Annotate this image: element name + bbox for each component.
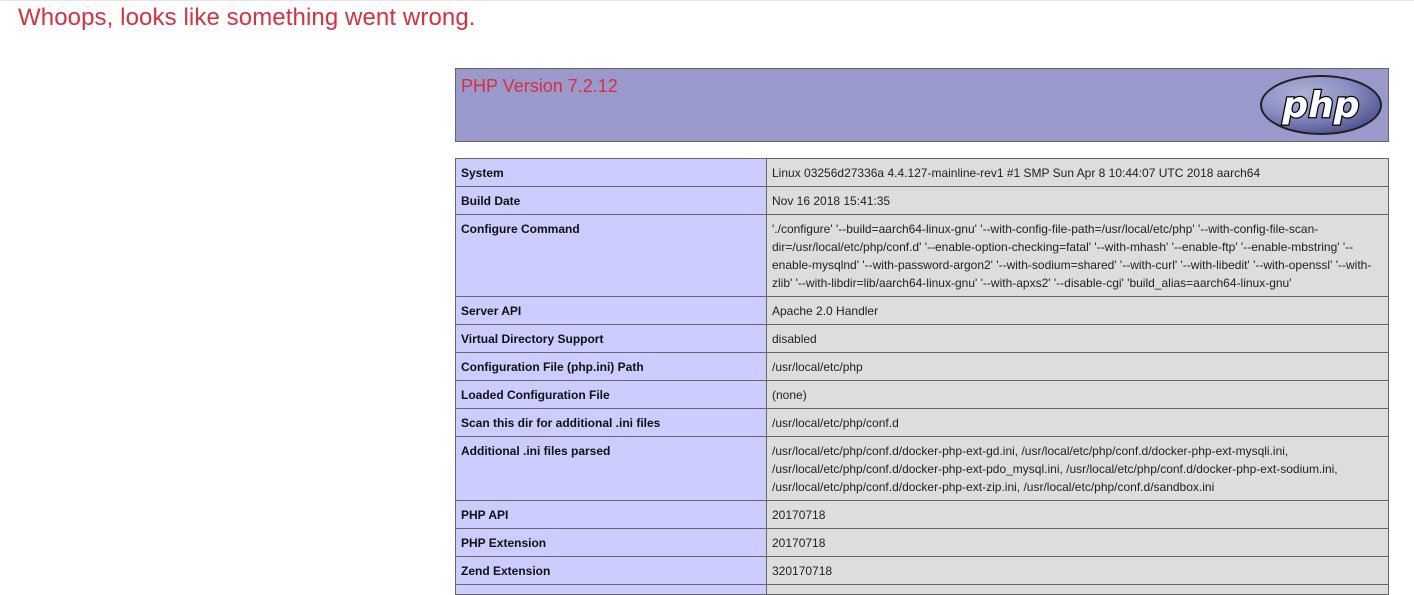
row-key: PHP API	[455, 500, 767, 529]
row-value: 20170718	[766, 528, 1389, 557]
row-key: Zend Extension	[455, 556, 767, 585]
row-value	[766, 584, 1389, 595]
row-key: Additional .ini files parsed	[455, 436, 767, 501]
table-row: Server API Apache 2.0 Handler	[455, 296, 1389, 325]
row-key: Configure Command	[455, 214, 767, 297]
table-row: Virtual Directory Support disabled	[455, 324, 1389, 353]
table-row: Zend Extension 320170718	[455, 556, 1389, 585]
row-key: PHP Extension	[455, 528, 767, 557]
top-divider	[0, 0, 1414, 1]
table-row: System Linux 03256d27336a 4.4.127-mainlin…	[455, 158, 1389, 187]
table-row: Loaded Configuration File (none)	[455, 380, 1389, 409]
php-version-title: PHP Version 7.2.12	[461, 76, 618, 96]
table-row: Additional .ini files parsed/usr/local/e…	[455, 436, 1389, 501]
php-logo-icon[interactable]: php	[1259, 74, 1383, 136]
error-title: Whoops, looks like something went wrong.	[18, 4, 476, 31]
row-key: Scan this dir for additional .ini files	[455, 408, 767, 437]
row-value: /usr/local/etc/php/conf.d	[766, 408, 1389, 437]
row-key: Configuration File (php.ini) Path	[455, 352, 767, 381]
row-value: /usr/local/etc/php/conf.d/docker-php-ext…	[766, 436, 1389, 501]
table-row: Build Date Nov 16 2018 15:41:35	[455, 186, 1389, 215]
row-value: 320170718	[766, 556, 1389, 585]
phpinfo-table: System Linux 03256d27336a 4.4.127-mainlin…	[455, 158, 1389, 595]
row-key: System	[455, 158, 767, 187]
row-key: Server API	[455, 296, 767, 325]
table-row: PHP Extension 20170718	[455, 528, 1389, 557]
phpinfo-header: PHP Version 7.2.12 php	[455, 68, 1389, 142]
row-value: (none)	[766, 380, 1389, 409]
phpinfo-panel: PHP Version 7.2.12 php System Linux 03256…	[455, 68, 1389, 595]
row-key: Virtual Directory Support	[455, 324, 767, 353]
row-key: Build Date	[455, 186, 767, 215]
row-value: Nov 16 2018 15:41:35	[766, 186, 1389, 215]
table-row	[455, 584, 1389, 595]
svg-text:php: php	[1281, 85, 1359, 126]
row-value: 20170718	[766, 500, 1389, 529]
row-value: Linux 03256d27336a 4.4.127-mainline-rev1…	[766, 158, 1389, 187]
row-key	[455, 584, 767, 595]
table-row: Configuration File (php.ini) Path/usr/lo…	[455, 352, 1389, 381]
row-value: Apache 2.0 Handler	[766, 296, 1389, 325]
row-key: Loaded Configuration File	[455, 380, 767, 409]
row-value: disabled	[766, 324, 1389, 353]
table-row: Configure Command './configure' '--build=…	[455, 214, 1389, 297]
table-row: Scan this dir for additional .ini files /…	[455, 408, 1389, 437]
row-value: /usr/local/etc/php	[766, 352, 1389, 381]
table-row: PHP API 20170718	[455, 500, 1389, 529]
row-value: './configure' '--build=aarch64-linux-gnu…	[766, 214, 1389, 297]
